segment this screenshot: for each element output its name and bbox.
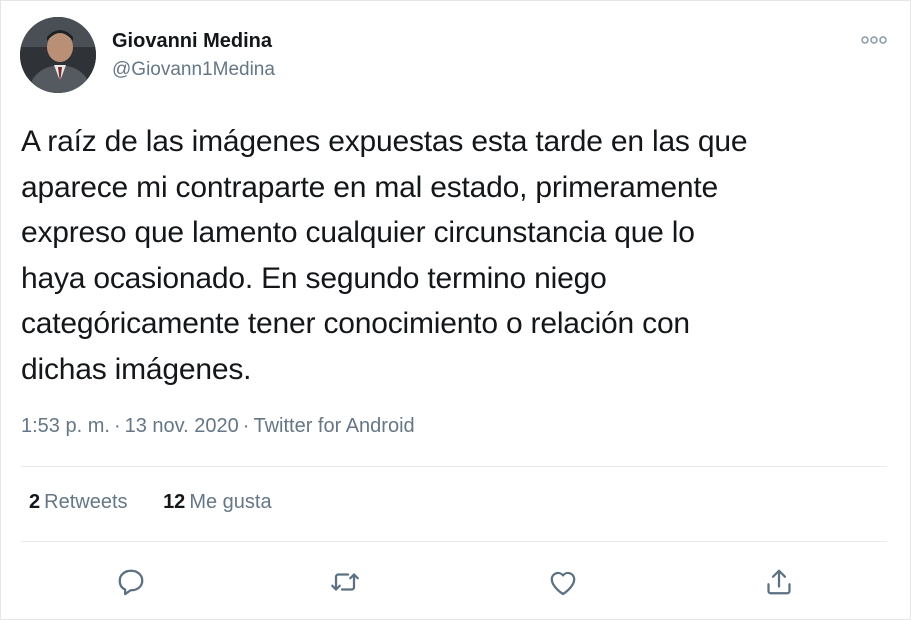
retweets-label: Retweets — [44, 491, 128, 513]
tweet-time[interactable]: 1:53 p. m. — [21, 415, 110, 437]
user-avatar-icon — [20, 17, 96, 93]
meta-separator: · — [242, 415, 250, 437]
likes-stat[interactable]: 12 Me gusta — [163, 491, 272, 514]
like-icon — [550, 571, 576, 596]
retweet-button[interactable] — [327, 564, 363, 600]
retweet-icon — [331, 573, 359, 591]
author-display-name[interactable]: Giovanni Medina — [112, 30, 272, 53]
reply-button[interactable] — [113, 564, 149, 600]
tweet-card: Giovanni Medina @Giovann1Medina A raíz d… — [0, 0, 911, 620]
retweets-stat[interactable]: 2 Retweets — [29, 491, 128, 514]
likes-count: 12 — [163, 491, 186, 513]
author-handle[interactable]: @Giovann1Medina — [112, 59, 275, 81]
divider — [21, 541, 887, 542]
retweets-count: 2 — [29, 491, 41, 513]
share-button[interactable] — [761, 564, 797, 600]
like-button[interactable] — [545, 564, 581, 600]
likes-label: Me gusta — [189, 491, 272, 513]
more-options-icon[interactable] — [859, 31, 889, 49]
tweet-date[interactable]: 13 nov. 2020 — [125, 415, 239, 437]
tweet-source[interactable]: Twitter for Android — [253, 415, 414, 437]
tweet-text: A raíz de las imágenes expuestas esta ta… — [21, 125, 748, 386]
reply-icon — [118, 569, 144, 596]
tweet-meta: 1:53 p. m. · 13 nov. 2020 · Twitter for Andr… — [21, 415, 415, 438]
divider — [21, 466, 887, 467]
author-avatar[interactable] — [20, 17, 96, 93]
share-icon — [767, 569, 791, 595]
meta-separator: · — [113, 415, 121, 437]
tweet-stats: 2 Retweets 12 Me gusta — [29, 491, 302, 514]
